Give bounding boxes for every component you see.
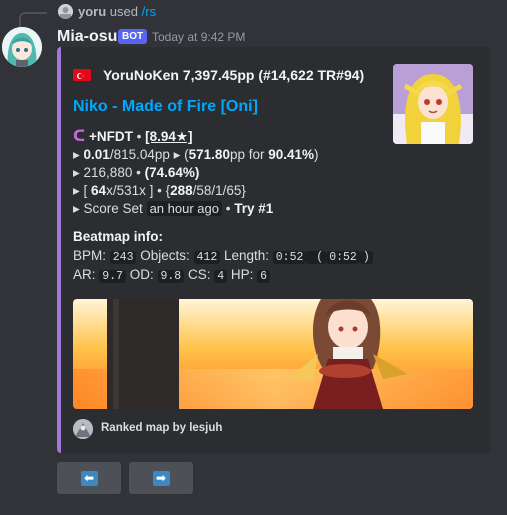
set-time[interactable]: an hour ago [146, 201, 222, 216]
combo-prefix: ▸ [ [73, 183, 92, 198]
combo-max: x/531x ] • { [106, 183, 171, 198]
cs-label: CS: [184, 267, 215, 282]
arrow-right-icon: ➡ [152, 470, 170, 486]
bot-tag: BOT [118, 29, 148, 44]
reply-connector [19, 12, 47, 28]
pp-mid: ▸ ( [169, 147, 189, 162]
length-value: 0:52 [272, 251, 307, 264]
fc-mid: pp for [229, 147, 269, 162]
od-value: 9.8 [157, 270, 185, 283]
mods-sep: • [132, 129, 146, 144]
previous-page-button[interactable]: ⬅ [57, 462, 121, 494]
turkey-flag-icon [73, 69, 91, 81]
fc-acc: 90.41% [268, 147, 315, 162]
objects-value: 412 [193, 251, 221, 264]
combo-line: ▸ [ 64x/531x ] • {288/58/1/65} [73, 182, 246, 200]
beatmap-info-heading: Beatmap info: [73, 229, 164, 244]
beatmap-banner-image[interactable] [73, 299, 473, 409]
bot-avatar[interactable] [2, 27, 42, 67]
set-line: ▸ Score Set an hour ago • Try #1 [73, 200, 273, 218]
embed-footer: Ranked map by lesjuh [101, 422, 223, 434]
reply-avatar[interactable] [58, 4, 73, 19]
pp-value: 0.01 [83, 147, 110, 162]
beatmap-info-row-2: AR: 9.7 OD: 9.8 CS: 4 HP: 6 [73, 266, 271, 286]
cs-value: 4 [214, 270, 228, 283]
set-sep: • [221, 201, 235, 216]
star-rating: [8.94★] [145, 129, 193, 144]
reply-used-text: used [109, 4, 138, 19]
objects-label: Objects: [136, 248, 194, 263]
try-count: Try #1 [234, 201, 274, 216]
bpm-value: 243 [109, 251, 137, 264]
hp-label: HP: [227, 267, 258, 282]
score-value: 216,880 [83, 165, 133, 180]
hits-300: 288 [170, 183, 193, 198]
combo-value: 64 [91, 183, 107, 198]
message-author[interactable]: Mia-osu [57, 27, 117, 47]
bpm-label: BPM: [73, 248, 110, 263]
pp-max: /815.04pp [109, 147, 170, 162]
embed-title-link[interactable]: Niko - Made of Fire [Oni] [73, 97, 258, 117]
mods-line: ᑕ +NFDT • [8.94★] [73, 128, 192, 146]
mod-c-icon: ᑕ [73, 128, 86, 145]
length-paren-open: ( [306, 251, 327, 264]
reply-summary: yoru used /rs [78, 3, 156, 20]
od-label: OD: [125, 267, 158, 282]
hits-rest: /58/1/65} [192, 183, 246, 198]
reply-command[interactable]: /rs [142, 4, 156, 19]
length-paren-close: ) [359, 251, 373, 264]
pp-prefix: ▸ [73, 147, 84, 162]
mapper-avatar-icon [73, 419, 93, 439]
ar-value: 9.7 [99, 270, 126, 283]
score-line: ▸ 216,880 • (74.64%) [73, 164, 199, 182]
length-label: Length: [220, 248, 273, 263]
pp-line: ▸ 0.01/815.04pp ▸ (571.80pp for 90.41%) [73, 146, 319, 164]
next-page-button[interactable]: ➡ [129, 462, 193, 494]
arrow-left-icon: ⬅ [80, 470, 98, 486]
hp-value: 6 [257, 270, 271, 283]
ar-label: AR: [73, 267, 100, 282]
length-dt-value: 0:52 [326, 251, 360, 264]
pp-end: ) [314, 147, 319, 162]
embed-author[interactable]: YoruNoKen 7,397.45pp (#14,622 TR#94) [103, 66, 364, 84]
mods: +NFDT [89, 129, 133, 144]
player-thumbnail [393, 64, 473, 144]
score-prefix: ▸ [73, 165, 84, 180]
set-prefix: ▸ Score Set [73, 201, 147, 216]
fc-pp: 571.80 [188, 147, 230, 162]
score-sep: • [132, 165, 145, 180]
score-acc: (74.64%) [144, 165, 200, 180]
message-timestamp: Today at 9:42 PM [152, 30, 246, 44]
reply-username[interactable]: yoru [78, 4, 106, 19]
beatmap-info-row-1: BPM: 243 Objects: 412 Length: 0:52 (0:52… [73, 247, 373, 267]
